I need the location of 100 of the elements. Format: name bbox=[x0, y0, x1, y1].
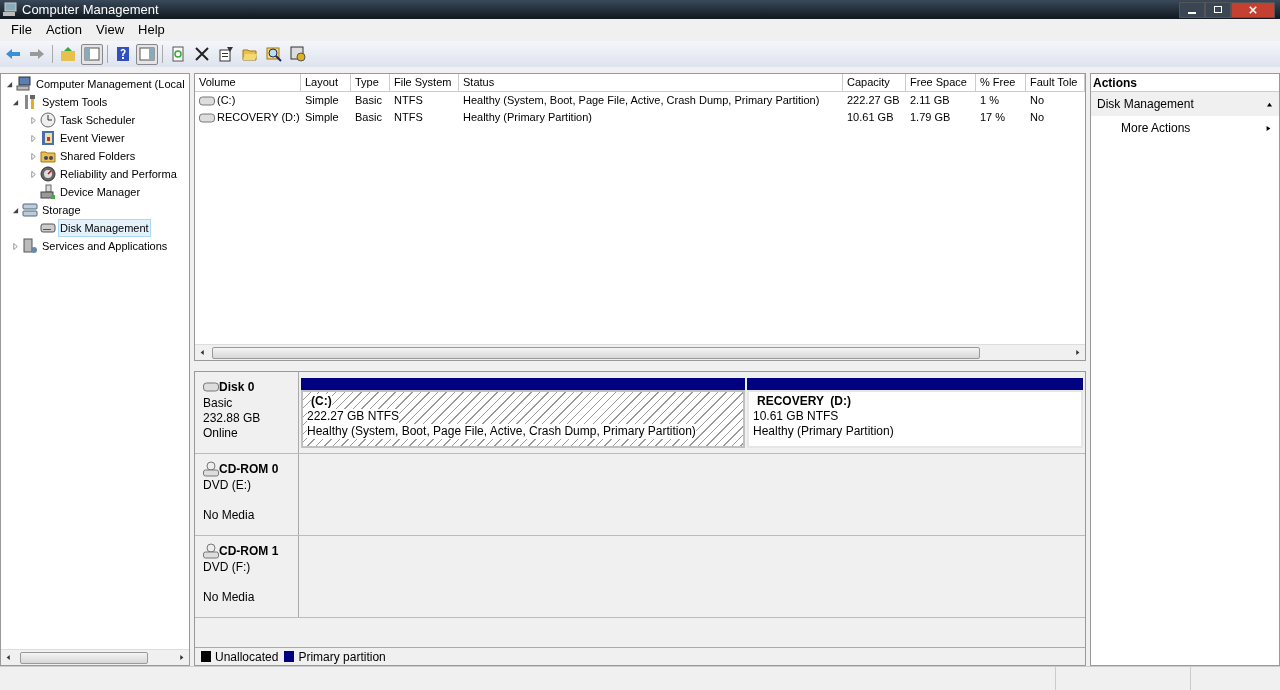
table-cell-text: RECOVERY (D:) bbox=[217, 110, 300, 125]
expanded-arrow-icon[interactable] bbox=[6, 80, 13, 88]
scroll-left-icon[interactable] bbox=[6, 654, 11, 661]
table-cell-text: 1 % bbox=[980, 93, 999, 108]
table-cell-text: Simple bbox=[305, 110, 339, 125]
partition-status: Healthy (Primary Partition) bbox=[753, 424, 894, 439]
minimize-button[interactable] bbox=[1179, 1, 1205, 18]
column-header[interactable]: Type bbox=[351, 74, 390, 91]
partition-size: 222.27 GB NTFS bbox=[307, 409, 400, 424]
tree-item[interactable]: Storage bbox=[40, 201, 83, 219]
minimize-icon bbox=[1188, 11, 1196, 14]
table-cell-text: No bbox=[1030, 110, 1045, 125]
maximize-icon bbox=[1214, 6, 1222, 13]
horizontal-scrollbar[interactable] bbox=[1, 649, 189, 665]
column-header[interactable]: % Free bbox=[976, 74, 1026, 91]
disk-name: Disk 0 bbox=[219, 379, 255, 396]
gauge-icon bbox=[40, 166, 56, 182]
legend-label: Primary partition bbox=[298, 648, 386, 666]
table-cell-text: Basic bbox=[355, 93, 382, 108]
tools-icon bbox=[22, 94, 38, 110]
scroll-right-icon[interactable] bbox=[1075, 349, 1080, 356]
drive-icon bbox=[203, 382, 219, 392]
tree-item[interactable]: Services and Applications bbox=[40, 237, 170, 255]
scrollbar-thumb[interactable] bbox=[212, 346, 980, 359]
table-cell-text: Healthy (System, Boot, Page File, Active, Crash Dump, Primary Partition) bbox=[463, 93, 820, 108]
disk-info-panel[interactable]: CD-ROM 1 DVD (F:) No Media bbox=[195, 536, 299, 617]
tree-item[interactable]: Computer Management (Local bbox=[34, 75, 187, 93]
action-pane-icon[interactable] bbox=[136, 43, 158, 65]
disk-status: No Media bbox=[203, 590, 255, 604]
table-cell-text: Simple bbox=[305, 93, 339, 108]
disk-status: Online bbox=[203, 426, 238, 440]
table-cell-text: 2.11 GB bbox=[910, 93, 950, 108]
column-header[interactable]: Status bbox=[459, 74, 843, 91]
storage-icon bbox=[22, 202, 38, 218]
computer-icon bbox=[2, 1, 18, 18]
tree-item[interactable]: Task Scheduler bbox=[58, 111, 138, 129]
computer-icon bbox=[16, 76, 32, 92]
column-header[interactable]: File System bbox=[390, 74, 459, 91]
tree-item[interactable]: Event Viewer bbox=[58, 129, 127, 147]
menu-item[interactable]: View bbox=[89, 20, 132, 40]
folder-icon bbox=[40, 148, 56, 164]
horizontal-scrollbar[interactable] bbox=[195, 344, 1085, 360]
legend-label: Unallocated bbox=[215, 648, 279, 666]
table-cell-text: Basic bbox=[355, 110, 382, 125]
disk-detail: Basic bbox=[203, 396, 233, 410]
scroll-right-icon[interactable] bbox=[179, 654, 184, 661]
partition-block[interactable]: RECOVERY (D:) 10.61 GB NTFS Healthy (Primary Partition) bbox=[747, 378, 1083, 448]
disk-name: CD-ROM 0 bbox=[219, 461, 279, 478]
disk-status: No Media bbox=[203, 508, 255, 522]
table-cell-text: Healthy (Primary Partition) bbox=[463, 110, 592, 125]
close-icon bbox=[1249, 5, 1257, 14]
tree-item[interactable]: Reliability and Performa bbox=[58, 165, 179, 183]
column-header[interactable]: Free Space bbox=[906, 74, 976, 91]
table-cell-text: 1.79 GB bbox=[910, 110, 951, 125]
tree-item[interactable]: Shared Folders bbox=[58, 147, 138, 165]
table-cell-text: NTFS bbox=[394, 93, 423, 108]
collapse-icon[interactable] bbox=[1266, 101, 1273, 107]
tree-item[interactable]: System Tools bbox=[40, 93, 110, 111]
device-icon bbox=[40, 184, 56, 200]
column-header[interactable]: Volume bbox=[195, 74, 301, 91]
drive-icon bbox=[199, 95, 215, 106]
tree-item[interactable]: Device Manager bbox=[58, 183, 143, 201]
table-cell-text: 10.61 GB bbox=[847, 110, 894, 125]
disk-detail: 232.88 GB bbox=[203, 411, 261, 425]
table-cell-text: NTFS bbox=[394, 110, 423, 125]
close-button[interactable] bbox=[1231, 1, 1275, 18]
action-item[interactable]: More Actions bbox=[1091, 116, 1279, 140]
menu-item[interactable]: Action bbox=[38, 20, 90, 40]
console-tree-icon[interactable] bbox=[81, 43, 103, 65]
log-book-icon bbox=[40, 130, 56, 146]
scroll-left-icon[interactable] bbox=[200, 349, 205, 356]
partition-label: RECOVERY (D:) bbox=[757, 394, 851, 409]
column-header[interactable]: Layout bbox=[301, 74, 351, 91]
partition-status: Healthy (System, Boot, Page File, Active, Crash Dump, Primary Partition) bbox=[307, 424, 696, 439]
actions-section-header[interactable]: Disk Management bbox=[1091, 92, 1279, 116]
disk-info-panel[interactable]: Disk 0 Basic 232.88 GB Online bbox=[195, 372, 299, 453]
table-cell-text: No bbox=[1030, 93, 1045, 108]
clock-icon bbox=[40, 112, 56, 128]
menu-item[interactable]: Help bbox=[131, 20, 172, 40]
menu-item[interactable]: File bbox=[4, 20, 39, 40]
drive-icon bbox=[199, 112, 215, 123]
tree-item[interactable]: Disk Management bbox=[58, 219, 151, 237]
expanded-arrow-icon[interactable] bbox=[12, 98, 19, 106]
partition-block[interactable]: (C:) 222.27 GB NTFS Healthy (System, Boot, Page File, Active, Crash Dump, Primary Partition) bbox=[301, 378, 745, 448]
drive-icon bbox=[40, 220, 56, 236]
disk-info-panel[interactable]: CD-ROM 0 DVD (E:) No Media bbox=[195, 454, 299, 535]
scrollbar-thumb[interactable] bbox=[20, 651, 148, 664]
submenu-arrow-icon bbox=[1266, 124, 1271, 132]
expanded-arrow-icon[interactable] bbox=[12, 206, 19, 214]
disk-detail: DVD (E:) bbox=[203, 478, 251, 492]
table-cell-text: 17 % bbox=[980, 110, 1006, 125]
partition-label: (C:) bbox=[311, 394, 332, 409]
table-cell-text: 222.27 GB bbox=[847, 93, 900, 108]
column-header[interactable]: Capacity bbox=[843, 74, 906, 91]
disk-name: CD-ROM 1 bbox=[219, 543, 279, 560]
window-title: Computer Management bbox=[22, 0, 159, 19]
column-header[interactable]: Fault Tole bbox=[1026, 74, 1085, 91]
maximize-button[interactable] bbox=[1205, 1, 1231, 18]
table-cell-text: (C:) bbox=[217, 93, 236, 108]
disk-detail: DVD (F:) bbox=[203, 560, 251, 574]
